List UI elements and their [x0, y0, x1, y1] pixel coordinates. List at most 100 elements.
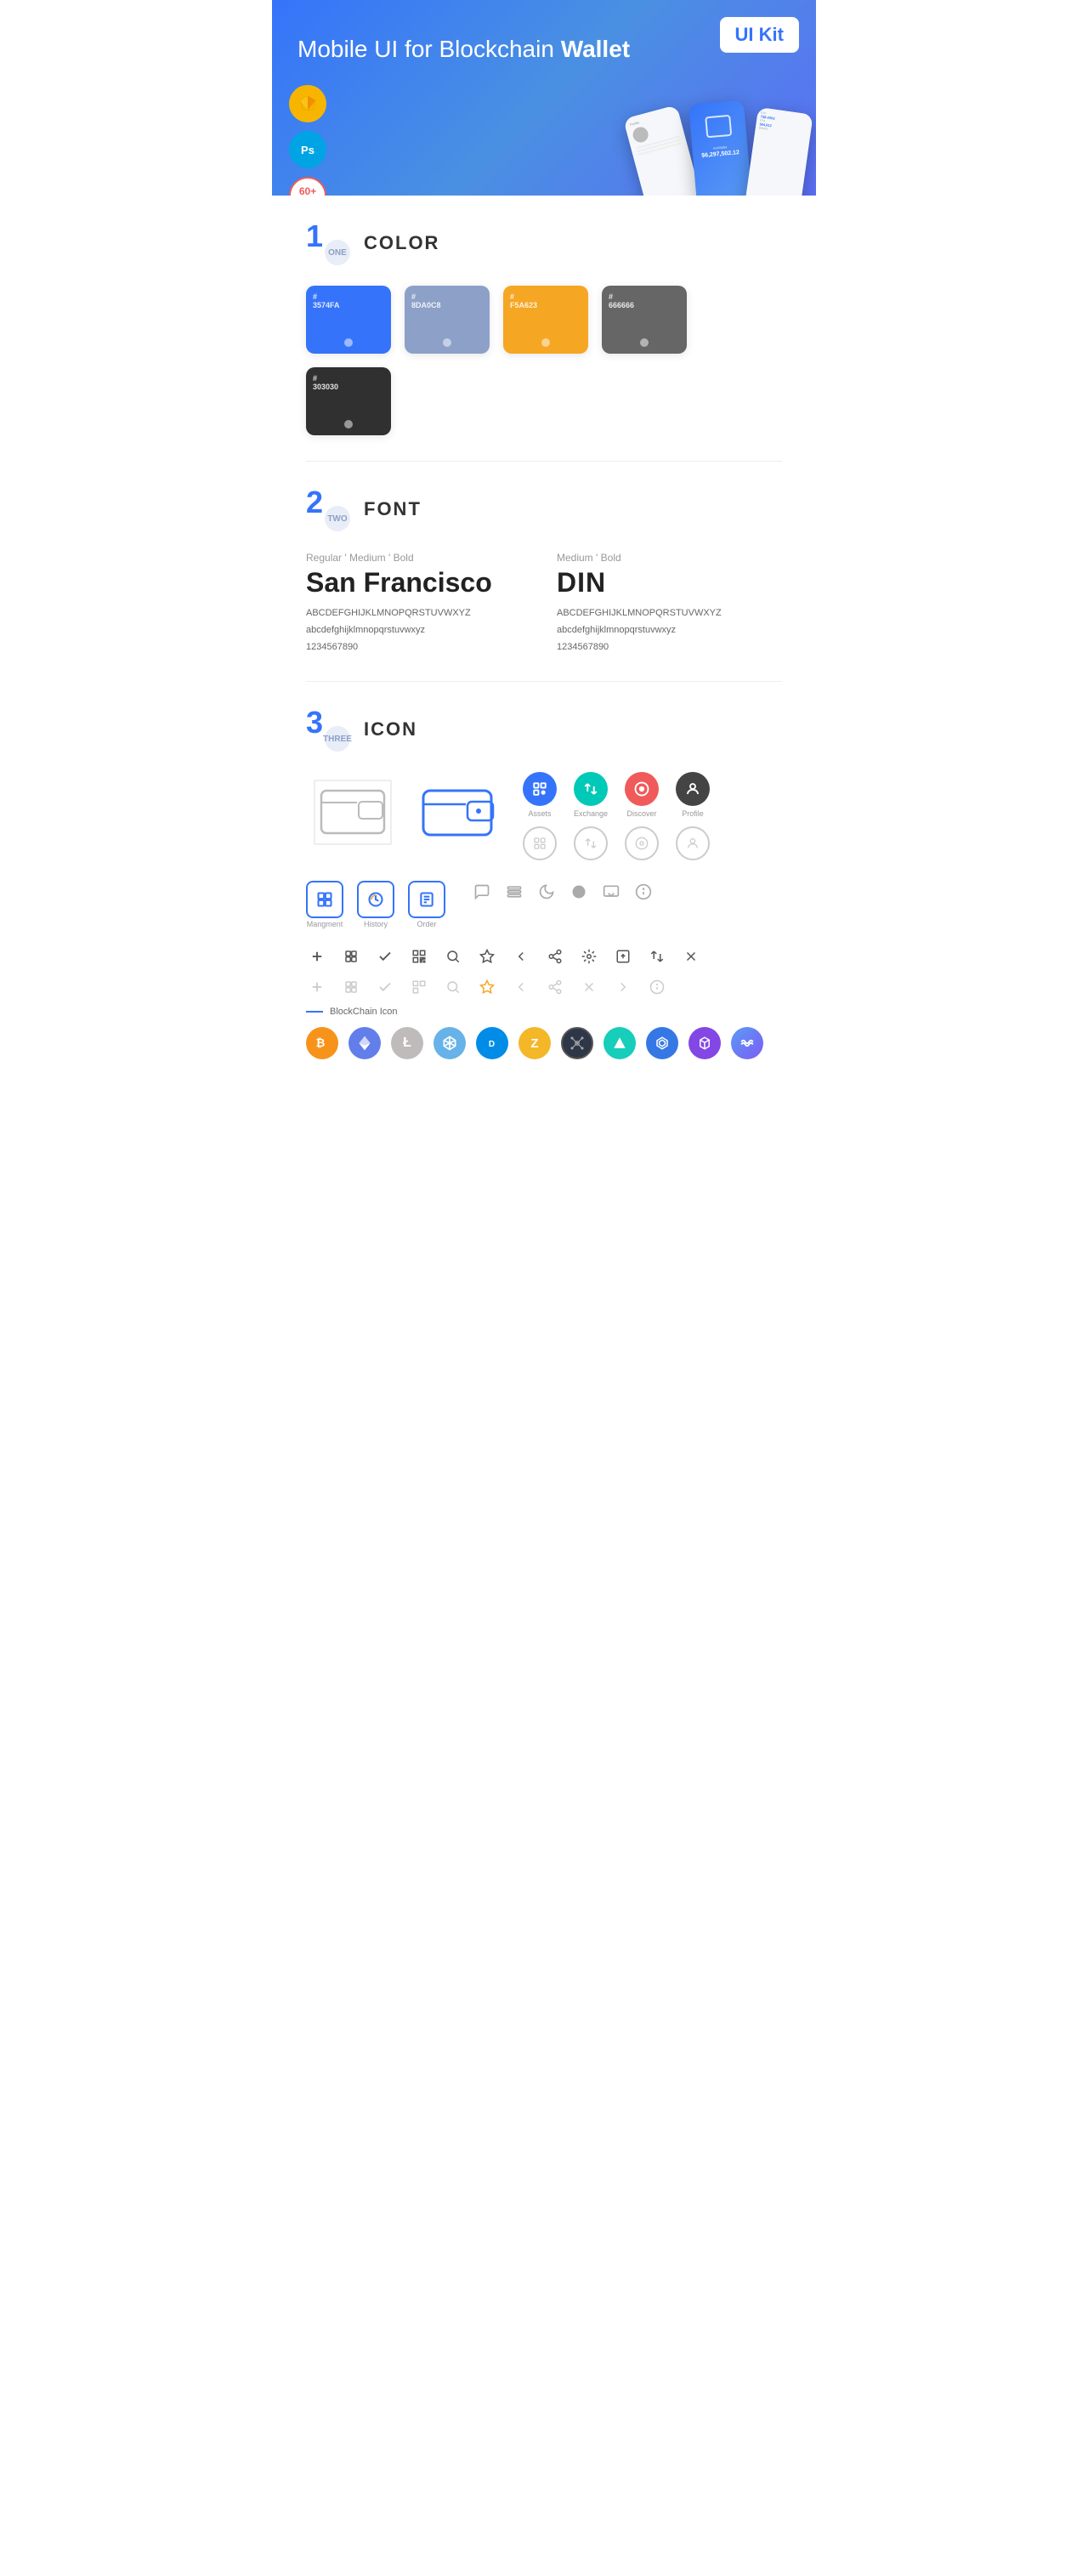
discover-icon — [625, 772, 659, 806]
circle-icon — [568, 881, 590, 903]
bitcoin-icon: ₿ — [306, 1027, 338, 1059]
history-icon — [357, 881, 394, 918]
assets-icon-item: Assets — [518, 772, 561, 818]
ui-kit-badge: UI Kit — [720, 17, 799, 53]
ethereum-icon — [348, 1027, 381, 1059]
blockchain-line — [306, 1011, 323, 1013]
chat-icon — [471, 881, 493, 903]
colored-app-icons: Mangment History Order — [306, 881, 445, 928]
cardano-icon — [646, 1027, 678, 1059]
color-swatches: #3574FA #8DA0C8 #F5A623 #666666 #303 — [306, 286, 782, 435]
color-section-number: 1 ONE — [306, 221, 350, 265]
blockchain-label: BlockChain Icon — [306, 1007, 782, 1017]
stratis-icon — [604, 1027, 636, 1059]
share-icon — [544, 945, 566, 967]
wallet-icon-filled-area — [416, 772, 502, 853]
qr-outline-icon — [408, 976, 430, 998]
font-section-number: 2 TWO — [306, 487, 350, 531]
color-swatch-black: #303030 — [306, 367, 391, 435]
assets-outline-icon — [523, 826, 557, 860]
grid-icon — [561, 1027, 593, 1059]
assets-icon — [523, 772, 557, 806]
color-swatch-blue: #3574FA — [306, 286, 391, 354]
export-icon — [612, 945, 634, 967]
forward-outline-icon — [612, 976, 634, 998]
color-section: 1 ONE COLOR #3574FA #8DA0C8 #F5A623 — [272, 196, 816, 461]
icon-section-header: 3 THREE ICON — [306, 707, 782, 752]
hero-phones: Profile myWallet $6,297,502.12 BTC 738-2… — [633, 102, 808, 196]
exchange-label: Exchange — [574, 809, 608, 818]
management-label: Mangment — [307, 920, 343, 928]
check-icon — [374, 945, 396, 967]
discover-label: Discover — [626, 809, 656, 818]
settings-icon — [578, 945, 600, 967]
font-grid: Regular ' Medium ' Bold San Francisco AB… — [306, 552, 782, 655]
crypto-icons-row: ₿ Ł D Z — [306, 1027, 782, 1059]
icon-section-number: 3 THREE — [306, 707, 350, 752]
history-label: History — [364, 920, 388, 928]
svg-text:₿: ₿ — [316, 1037, 326, 1050]
order-label: Order — [416, 920, 436, 928]
exchange-outline-icon — [574, 826, 608, 860]
order-icon-item: Order — [408, 881, 445, 928]
waves-icon — [731, 1027, 763, 1059]
close-icon — [680, 945, 702, 967]
check-outline-icon — [374, 976, 396, 998]
sketch-badge — [289, 85, 326, 122]
share-outline-icon — [544, 976, 566, 998]
discover-outline-icon — [625, 826, 659, 860]
layers-icon — [340, 945, 362, 967]
color-title: COLOR — [364, 232, 439, 254]
wallet-filled-svg — [416, 772, 502, 853]
assets-label: Assets — [528, 809, 551, 818]
svg-text:D: D — [489, 1041, 495, 1050]
close2-outline-icon — [578, 976, 600, 998]
profile-outline-icon — [676, 826, 710, 860]
zcash-icon: Z — [518, 1027, 551, 1059]
icon-title: ICON — [364, 718, 417, 740]
hero-badges: Ps 60+ Screens — [289, 85, 326, 196]
matic-icon — [688, 1027, 721, 1059]
search-icon — [442, 945, 464, 967]
swap-icon — [646, 945, 668, 967]
profile-icon — [676, 772, 710, 806]
plus-icon — [306, 945, 328, 967]
exchange-icon — [574, 772, 608, 806]
font-din: Medium ' Bold DIN ABCDEFGHIJKLMNOPQRSTUV… — [557, 552, 782, 655]
misc-icons — [471, 881, 654, 903]
screens-badge: 60+ Screens — [289, 177, 326, 196]
discover-outline-icon-item — [620, 826, 663, 860]
message-icon — [600, 881, 622, 903]
search-outline-icon — [442, 976, 464, 998]
info-icon — [632, 881, 654, 903]
hero-title: Mobile UI for Blockchain Wallet — [298, 34, 790, 65]
back-icon — [510, 945, 532, 967]
profile-icon-item: Profile — [672, 772, 714, 818]
tool-icons-outline — [306, 976, 782, 998]
qr-icon — [408, 945, 430, 967]
management-icon-item: Mangment — [306, 881, 343, 928]
icon-section: 3 THREE ICON — [272, 682, 816, 1085]
info-outline-icon — [646, 976, 668, 998]
discover-icon-item: Discover — [620, 772, 663, 818]
moon-icon — [536, 881, 558, 903]
plus-outline-icon — [306, 976, 328, 998]
app-icons-row: Mangment History Order — [306, 881, 782, 928]
history-icon-item: History — [357, 881, 394, 928]
nem-icon — [434, 1027, 466, 1059]
order-icon — [408, 881, 445, 918]
hero-section: Mobile UI for Blockchain Wallet UI Kit P… — [272, 0, 816, 196]
phone-mock-2: myWallet $6,297,502.12 — [688, 99, 752, 196]
wallet-guide-lines-svg — [306, 772, 400, 853]
nav-icons-area: Assets Exchange Discover — [518, 772, 714, 860]
color-swatch-darkgray: #666666 — [602, 286, 687, 354]
tool-icons-colored — [306, 945, 782, 967]
exchange-outline-icon-item — [570, 826, 612, 860]
star-outline-icon — [476, 976, 498, 998]
color-swatch-orange: #F5A623 — [503, 286, 588, 354]
back-outline-icon — [510, 976, 532, 998]
font-san-francisco: Regular ' Medium ' Bold San Francisco AB… — [306, 552, 531, 655]
ps-badge: Ps — [289, 131, 326, 168]
wallet-icon-guide — [306, 772, 400, 853]
management-icon — [306, 881, 343, 918]
